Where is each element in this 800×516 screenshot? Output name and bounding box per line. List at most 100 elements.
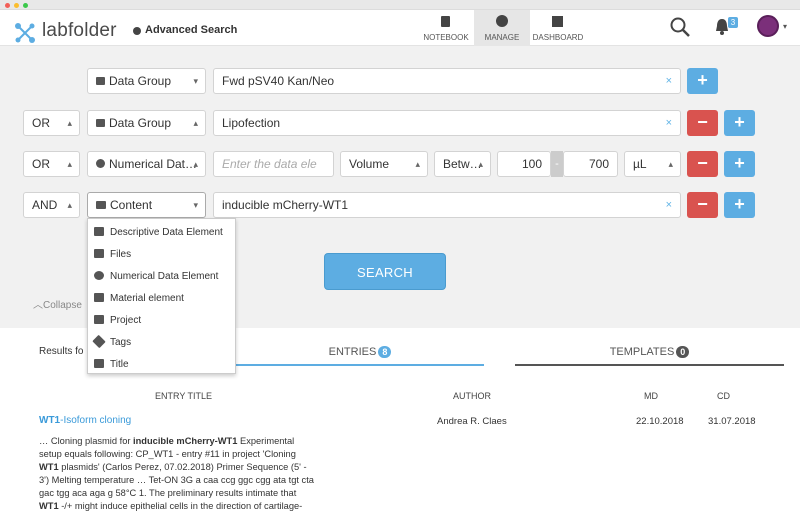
search-button[interactable]: SEARCH bbox=[324, 253, 446, 290]
content-icon bbox=[96, 201, 106, 209]
avatar-menu-chevron-icon[interactable]: ▾ bbox=[783, 22, 787, 31]
nav-dashboard[interactable]: DASHBOARD bbox=[530, 10, 586, 46]
operator-select-4[interactable]: AND ▴ bbox=[23, 192, 80, 218]
chevron-down-icon: ▾ bbox=[193, 200, 198, 210]
add-row-button[interactable]: + bbox=[724, 192, 755, 218]
dropdown-item-label: Project bbox=[110, 315, 142, 326]
material-icon bbox=[94, 293, 104, 302]
minimize-window-dot[interactable] bbox=[14, 3, 19, 8]
snippet-text: … Cloning plasmid for bbox=[39, 436, 134, 446]
quantity-label: Volume bbox=[349, 157, 390, 171]
range-label: Betw… bbox=[443, 157, 482, 171]
tab-entries[interactable]: ENTRIES 8 bbox=[236, 346, 484, 358]
remove-row-button[interactable]: − bbox=[687, 192, 718, 218]
field-type-dropdown: Descriptive Data Element Files Numerical… bbox=[87, 218, 236, 374]
column-header-cd[interactable]: CD bbox=[717, 391, 730, 401]
clear-icon[interactable]: × bbox=[666, 193, 672, 217]
page-title: Advanced Search bbox=[145, 24, 238, 36]
field-type-select-3[interactable]: Numerical Dat… ▴ bbox=[87, 151, 206, 177]
nav-notebook[interactable]: NOTEBOOK bbox=[418, 10, 474, 46]
nav-manage[interactable]: MANAGE bbox=[474, 10, 530, 46]
dropdown-item-descriptive[interactable]: Descriptive Data Element bbox=[94, 226, 223, 240]
add-row-button[interactable]: + bbox=[724, 110, 755, 136]
maximize-window-dot[interactable] bbox=[23, 3, 28, 8]
title-icon bbox=[94, 359, 104, 368]
column-header-md[interactable]: MD bbox=[644, 391, 658, 401]
field-type-select-4[interactable]: Content ▾ bbox=[87, 192, 206, 218]
field-type-select-2[interactable]: Data Group ▴ bbox=[87, 110, 206, 136]
column-header-author[interactable]: AUTHOR bbox=[453, 391, 491, 401]
dropdown-item-label: Material element bbox=[110, 293, 184, 304]
data-group-icon bbox=[96, 77, 105, 85]
chevron-down-icon: ▴ bbox=[415, 159, 420, 169]
collapse-label: Collapse bbox=[43, 300, 82, 311]
collapse-toggle[interactable]: ︿Collapse bbox=[33, 296, 82, 311]
dropdown-item-tags[interactable]: Tags bbox=[92, 334, 131, 350]
data-group-icon bbox=[96, 119, 105, 127]
range-to-value: 700 bbox=[588, 157, 609, 171]
value-text: inducible mCherry-WT1 bbox=[222, 198, 349, 212]
range-to-input[interactable]: 700 bbox=[563, 151, 618, 177]
notebook-icon bbox=[441, 16, 450, 27]
dropdown-item-label: Files bbox=[110, 249, 132, 260]
value-field-1[interactable]: Fwd pSV40 Kan/Neo × bbox=[213, 68, 681, 94]
snippet-highlight: WT1 bbox=[39, 501, 59, 511]
chevron-down-icon: ▴ bbox=[668, 159, 673, 169]
operator-label: OR bbox=[32, 116, 50, 130]
range-from-input[interactable]: 100 bbox=[497, 151, 551, 177]
dropdown-item-files[interactable]: Files bbox=[94, 248, 131, 262]
tab-entries-underline bbox=[236, 364, 484, 366]
dropdown-item-label: Numerical Data Element bbox=[110, 271, 219, 282]
dropdown-item-title[interactable]: Title bbox=[94, 358, 129, 372]
chevron-down-icon: ▴ bbox=[193, 118, 198, 128]
close-window-dot[interactable] bbox=[5, 3, 10, 8]
dropdown-item-label: Descriptive Data Element bbox=[110, 227, 223, 238]
chevron-down-icon: ▴ bbox=[67, 118, 72, 128]
descriptive-icon bbox=[94, 227, 104, 236]
field-type-select-1[interactable]: Data Group ▾ bbox=[87, 68, 206, 94]
logo-text[interactable]: labfolder bbox=[42, 20, 117, 42]
quantity-select[interactable]: Volume ▴ bbox=[340, 151, 428, 177]
tab-templates[interactable]: TEMPLATES 0 bbox=[515, 346, 784, 358]
file-icon bbox=[94, 249, 104, 258]
add-row-button[interactable]: + bbox=[687, 68, 718, 94]
nav-dashboard-label: DASHBOARD bbox=[532, 33, 584, 42]
nav-notebook-label: NOTEBOOK bbox=[423, 33, 469, 42]
tab-templates-underline bbox=[515, 364, 784, 366]
search-icon[interactable] bbox=[669, 16, 691, 38]
dashboard-icon bbox=[552, 16, 563, 27]
range-select[interactable]: Betw… ▴ bbox=[434, 151, 491, 177]
window-titlebar bbox=[0, 0, 800, 10]
column-header-title[interactable]: ENTRY TITLE bbox=[155, 391, 212, 401]
labfolder-logo-icon[interactable] bbox=[14, 22, 36, 44]
entry-title-link[interactable]: WT1-Isoform cloning bbox=[39, 415, 131, 426]
entry-author: Andrea R. Claes bbox=[437, 416, 507, 427]
value-field-4[interactable]: inducible mCherry-WT1 × bbox=[213, 192, 681, 218]
field-type-label: Data Group bbox=[109, 74, 172, 88]
operator-select-3[interactable]: OR ▴ bbox=[23, 151, 80, 177]
chevron-down-icon: ▴ bbox=[67, 159, 72, 169]
clear-icon[interactable]: × bbox=[666, 111, 672, 135]
value-field-2[interactable]: Lipofection × bbox=[213, 110, 681, 136]
operator-select-2[interactable]: OR ▴ bbox=[23, 110, 80, 136]
avatar[interactable] bbox=[757, 15, 779, 37]
search-mode-icon bbox=[133, 27, 141, 35]
data-element-input[interactable]: Enter the data ele bbox=[213, 151, 334, 177]
clear-icon[interactable]: × bbox=[666, 69, 672, 93]
entry-modified-date: 22.10.2018 bbox=[636, 416, 684, 427]
unit-label: µL bbox=[633, 157, 647, 171]
range-separator: - bbox=[551, 151, 563, 177]
entry-title-bold: WT1 bbox=[39, 415, 61, 426]
remove-row-button[interactable]: − bbox=[687, 151, 718, 177]
chevron-up-icon: ︿ bbox=[33, 300, 43, 311]
dropdown-item-numerical[interactable]: Numerical Data Element bbox=[94, 270, 218, 284]
remove-row-button[interactable]: − bbox=[687, 110, 718, 136]
add-row-button[interactable]: + bbox=[724, 151, 755, 177]
unit-select[interactable]: µL ▴ bbox=[624, 151, 681, 177]
dropdown-item-project[interactable]: Project bbox=[94, 314, 141, 328]
chevron-down-icon: ▾ bbox=[193, 76, 198, 86]
snippet-text: -/+ might induce epithelial cells in the… bbox=[58, 501, 303, 511]
notification-badge: 3 bbox=[728, 17, 738, 28]
dropdown-item-material[interactable]: Material element bbox=[94, 292, 184, 306]
entry-created-date: 31.07.2018 bbox=[708, 416, 756, 427]
